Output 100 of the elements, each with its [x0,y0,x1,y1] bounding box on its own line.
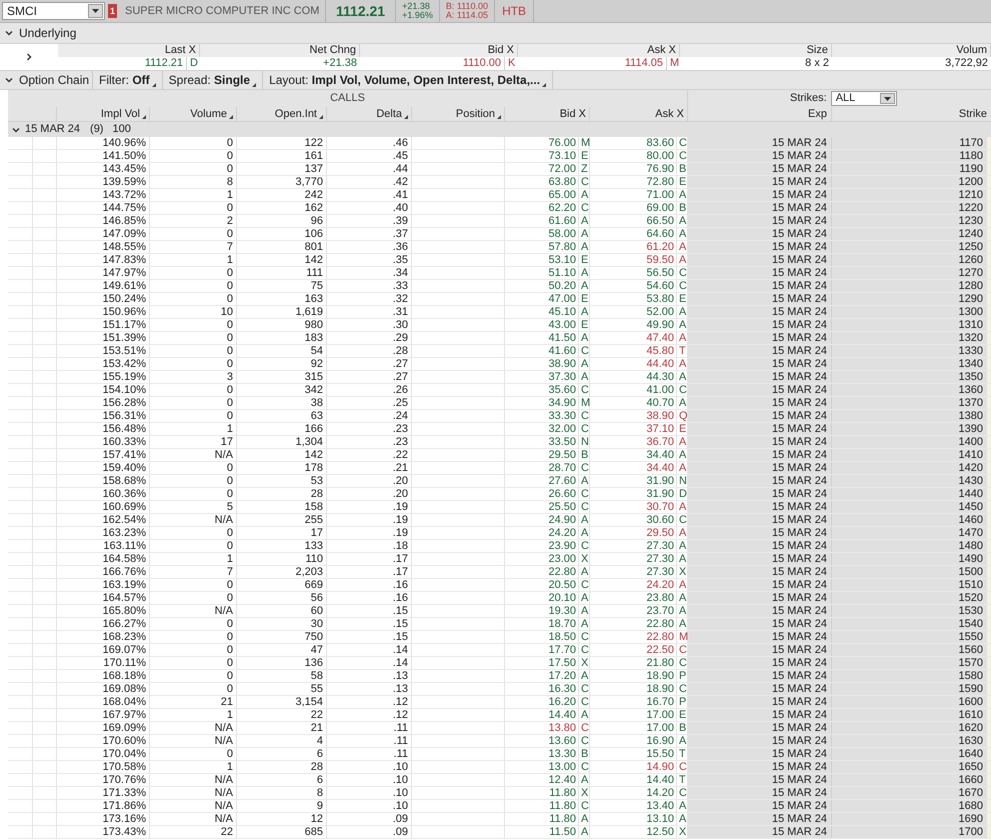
sort-icon[interactable] [497,115,501,119]
sort-icon[interactable] [404,115,408,119]
bid-cell-text: 17.20 [548,670,577,682]
sort-icon[interactable] [252,83,256,87]
quote-value: +21.38 [323,57,358,70]
sort-icon[interactable] [319,115,323,119]
ask-cell-text: 53.80 [646,293,675,305]
exchange-code: C [578,410,589,422]
table-cell: 1540 [832,618,991,630]
table-cell: .14 [327,657,412,669]
percent-change: +1.96% [402,11,433,20]
table-cell: 8 [150,176,237,188]
series-header[interactable]: 15 MAR 24 (9) 100 [8,122,991,137]
chevron-icon[interactable] [25,53,33,61]
exchange-code: C [578,735,589,747]
table-cell: 151.17% [57,319,150,331]
table-cell: 159.40% [57,462,150,474]
sort-icon[interactable] [152,83,156,87]
column-header[interactable]: Delta [376,107,402,121]
table-cell: 1700 [832,826,991,838]
ask-cell-text: 36.70 [646,436,675,448]
option-chain-header[interactable]: Option Chain [0,71,93,89]
table-cell: 15 MAR 24 [688,462,832,474]
chevron-icon[interactable] [5,76,13,84]
quote-value: 8 x 2 [805,57,830,70]
table-cell: .15 [327,618,412,630]
table-cell: .11 [327,748,412,760]
table-cell: 669 [237,579,327,591]
exchange-code: A [578,358,589,370]
symbol-field[interactable]: SMCI [2,2,105,20]
table-cell: 15 MAR 24 [688,709,832,721]
underlying-header[interactable]: Underlying [0,23,991,44]
chevron-icon[interactable] [12,126,20,134]
bid-cell-text: 11.50 [549,826,577,838]
table-cell: 17 [237,527,327,539]
table-cell: 0 [150,748,237,760]
table-cell: 1510 [832,579,991,591]
bid-cell-text: 11.80 [549,800,577,812]
bid-cell-text: 76.00 [548,137,577,149]
sort-icon[interactable] [229,115,233,119]
table-cell: 15 MAR 24 [688,592,832,604]
table-cell: N/A [150,813,237,825]
table-cell: 1590 [832,683,991,695]
chevron-icon[interactable] [5,29,13,37]
exchange-code: C [676,150,687,162]
exchange-code: A [578,605,589,617]
ask-cell-text: 22.80 [646,631,675,643]
exchange-code: A [578,774,589,786]
layout-menu[interactable]: Layout: Impl Vol, Volume, Open Interest, Delta,... [263,71,554,89]
column-header[interactable]: Bid X [560,107,586,121]
bid-cell-text: 43.00 [548,319,577,331]
exchange-code: A [578,826,589,838]
table-cell: 0 [150,150,237,162]
table-cell: 170.04% [57,748,150,760]
table-cell: 96 [237,215,327,227]
table-cell: .37 [327,228,412,240]
table-cell: 1480 [832,540,991,552]
table-cell: 158.68% [57,475,150,487]
bid-cell-text: 18.50 [548,631,577,643]
exchange-code: C [578,579,589,591]
table-cell: 1320 [832,332,991,344]
column-header[interactable]: Impl Vol [100,107,140,121]
table-cell: 6 [237,774,327,786]
sort-icon[interactable] [542,83,546,87]
bid-cell-text: 17.70 [548,644,577,656]
bid-cell-text: 45.10 [548,306,577,318]
column-header[interactable]: Ask X [655,107,684,121]
table-cell: 144.75% [57,202,150,214]
table-cell: .33 [327,280,412,292]
filter-menu[interactable]: Filter: Off [93,71,163,89]
table-cell: 136 [237,657,327,669]
column-header[interactable]: Open.Int [274,107,317,121]
table-cell: .18 [327,540,412,552]
ask-cell-text: 69.00 [646,202,675,214]
table-cell: 1250 [832,241,991,253]
exchange-code: C [676,514,687,526]
table-cell: 15 MAR 24 [688,371,832,383]
spread-menu[interactable]: Spread: Single [162,71,264,89]
strikes-dropdown[interactable]: ALL [830,91,897,106]
table-cell: 106 [237,228,327,240]
exchange-code: A [578,475,589,487]
table-cell: 1270 [832,267,991,279]
table-cell: 15 MAR 24 [688,670,832,682]
table-cell: .15 [327,631,412,643]
dropdown-button[interactable] [88,4,103,18]
bid-cell-text: 29.50 [548,449,577,461]
exchange-code: C [676,137,687,149]
table-cell: 15 MAR 24 [688,254,832,266]
table-cell: 0 [150,280,237,292]
ask-cell-text: 49.90 [646,319,675,331]
exchange-code: M [578,397,589,409]
table-cell: 141.50% [57,150,150,162]
table-cell: 0 [150,592,237,604]
alert-badge[interactable]: 1 [108,4,118,18]
column-header[interactable]: Position [456,107,495,121]
table-cell: 1350 [832,371,991,383]
table-cell: 122 [237,137,327,149]
sort-icon[interactable] [142,115,146,119]
ask-cell-text: 64.60 [646,228,675,240]
column-header[interactable]: Volume [190,107,227,121]
